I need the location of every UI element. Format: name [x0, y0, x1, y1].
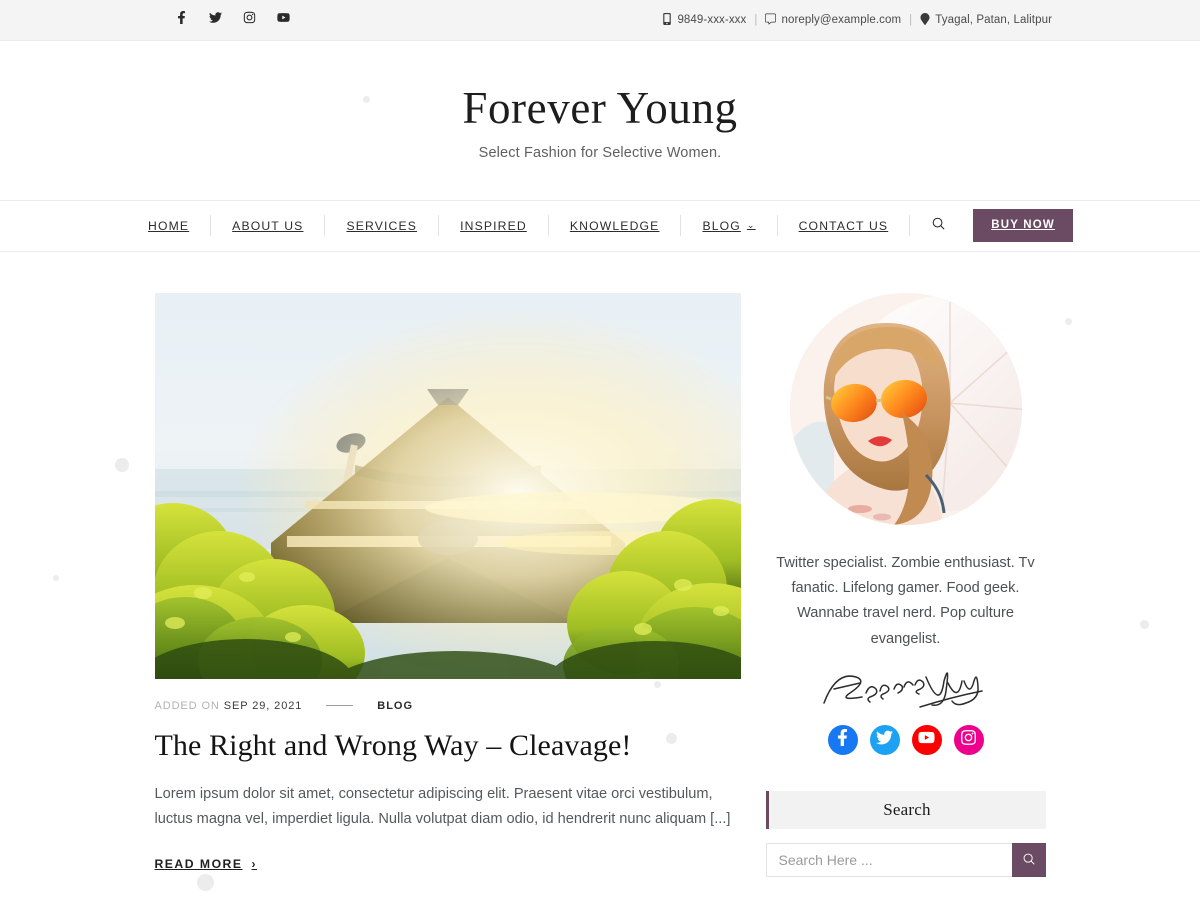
site-branding: Forever Young Select Fashion for Selecti…	[0, 41, 1200, 200]
nav-label: CONTACT US	[798, 218, 889, 233]
main-navigation-bar: HOME ABOUT US SERVICES INSPIRED KNOWLEDG…	[0, 199, 1200, 252]
nav-item-blog[interactable]: BLOG ⌄	[680, 215, 776, 237]
facebook-icon	[834, 729, 851, 751]
social-round-facebook[interactable]	[827, 725, 858, 756]
meta-divider	[326, 705, 354, 707]
post-title[interactable]: The Right and Wrong Way – Cleavage!	[155, 728, 741, 765]
nav-label: BLOG	[702, 218, 741, 233]
author-signature: Forever Young	[822, 672, 983, 708]
facebook-icon	[175, 11, 188, 29]
nav-item-home[interactable]: HOME	[127, 215, 210, 236]
youtube-icon	[918, 729, 935, 751]
twitter-icon	[208, 11, 222, 29]
phone-icon	[662, 12, 672, 28]
top-social-youtube[interactable]	[266, 3, 300, 37]
twitter-icon	[876, 729, 893, 751]
nav-label: SERVICES	[346, 218, 418, 233]
top-bar: 9849-xxx-xxx | noreply@example.com | Tya…	[0, 0, 1200, 41]
read-more-link[interactable]: READ MORE ›	[155, 857, 257, 871]
read-more-label: READ MORE	[154, 857, 243, 872]
author-bio: Twitter specialist. Zombie enthusiast. T…	[776, 554, 1035, 647]
nav-search-toggle[interactable]	[909, 215, 967, 237]
search-submit-button[interactable]	[1011, 843, 1046, 878]
search-icon	[931, 216, 946, 236]
search-icon	[1022, 852, 1036, 869]
post-meta: ADDED ON SEP 29, 2021 BLOG	[155, 700, 741, 712]
canoe-photo	[154, 292, 741, 679]
post-meta-added-label: ADDED ON	[154, 699, 220, 712]
contact-phone[interactable]: 9849-xxx-xxx	[662, 12, 747, 28]
page-body: ADDED ON SEP 29, 2021 BLOG The Right and…	[0, 252, 1200, 900]
contact-location[interactable]: Tyagal, Patan, Lalitpur	[920, 12, 1052, 28]
author-social-links	[766, 725, 1046, 756]
instagram-icon	[960, 729, 977, 751]
nav-label: KNOWLEDGE	[569, 218, 660, 233]
youtube-icon	[276, 11, 290, 29]
nav-item-inspired[interactable]: INSPIRED	[438, 215, 548, 237]
location-text: Tyagal, Patan, Lalitpur	[935, 14, 1052, 26]
post-featured-image[interactable]	[154, 292, 741, 679]
social-round-instagram[interactable]	[953, 725, 984, 756]
top-social-twitter[interactable]	[198, 3, 232, 37]
nav-item-contact-us[interactable]: CONTACT US	[776, 215, 910, 237]
social-round-youtube[interactable]	[911, 725, 942, 756]
top-social-instagram[interactable]	[232, 3, 266, 37]
search-widget-title: Search	[765, 791, 1046, 830]
nav-item-about-us[interactable]: ABOUT US	[210, 215, 324, 237]
contact-separator-2: |	[909, 14, 913, 26]
nav-label: INSPIRED	[460, 218, 527, 233]
top-social-links	[164, 3, 300, 37]
sidebar: Twitter specialist. Zombie enthusiast. T…	[765, 292, 1046, 900]
top-contact-info: 9849-xxx-xxx | noreply@example.com | Tya…	[662, 12, 1052, 28]
nav-item-knowledge[interactable]: KNOWLEDGE	[547, 215, 681, 237]
mail-icon	[765, 13, 777, 28]
map-marker-icon	[920, 12, 930, 28]
nav-label: ABOUT US	[232, 218, 304, 233]
social-round-twitter[interactable]	[869, 725, 900, 756]
site-tagline: Select Fashion for Selective Women.	[478, 144, 722, 161]
instagram-icon	[243, 11, 256, 29]
post-date[interactable]: SEP 29, 2021	[224, 700, 303, 712]
chevron-right-icon: ›	[251, 857, 257, 872]
contact-email[interactable]: noreply@example.com	[765, 13, 901, 28]
buy-now-button[interactable]: BUY NOW	[973, 208, 1073, 243]
contact-separator-1: |	[754, 14, 758, 26]
chevron-down-icon: ⌄	[746, 220, 756, 231]
main-navigation: HOME ABOUT US SERVICES INSPIRED KNOWLEDG…	[127, 201, 1073, 251]
post-excerpt: Lorem ipsum dolor sit amet, consectetur …	[154, 786, 731, 828]
profile-photo	[789, 292, 1022, 525]
avatar	[789, 292, 1022, 525]
nav-item-services[interactable]: SERVICES	[324, 215, 438, 237]
site-title[interactable]: Forever Young	[0, 84, 1200, 133]
phone-text: 9849-xxx-xxx	[677, 14, 747, 26]
nav-label: HOME	[148, 218, 190, 233]
email-text: noreply@example.com	[781, 14, 902, 26]
search-widget: Search	[765, 791, 1046, 878]
top-social-facebook[interactable]	[164, 3, 198, 37]
main-content: ADDED ON SEP 29, 2021 BLOG The Right and…	[154, 292, 741, 900]
post-article: ADDED ON SEP 29, 2021 BLOG The Right and…	[154, 292, 741, 900]
search-form	[765, 843, 1046, 878]
search-input[interactable]	[765, 843, 1012, 878]
post-category[interactable]: BLOG	[377, 700, 413, 712]
